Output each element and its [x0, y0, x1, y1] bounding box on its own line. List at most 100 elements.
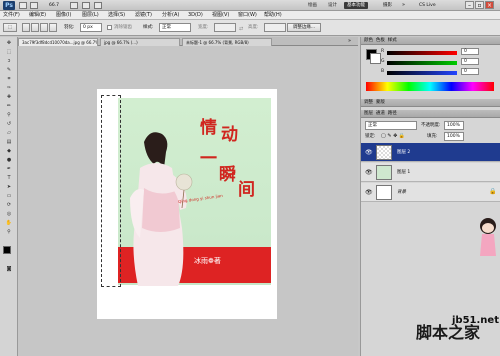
3d-rotate-tool-icon[interactable]: ⟳	[2, 202, 16, 209]
hand-tool-icon[interactable]: ✋	[2, 220, 16, 227]
red-value[interactable]: 0	[461, 48, 479, 55]
menu-help[interactable]: 帮助(H)	[264, 12, 282, 19]
document-tab-active[interactable]: 3ac79f3df8dcd10070da...jpg @ 66.7% (图层 2…	[18, 38, 98, 46]
marquee-preset-icon[interactable]: ⬚	[3, 23, 17, 32]
tab-color[interactable]: 颜色	[364, 38, 373, 43]
type-tool-icon[interactable]: T	[2, 175, 16, 182]
tab-styles[interactable]: 样式	[388, 38, 397, 43]
layer-name[interactable]: 图层 2	[397, 149, 410, 156]
move-tool-icon[interactable]: ✥	[2, 40, 16, 47]
arrange-documents-icon[interactable]	[94, 2, 102, 9]
menu-analysis[interactable]: 分析(A)	[162, 12, 179, 19]
layer-row[interactable]: 👁 背景 🔒	[361, 183, 500, 202]
slider-r-label: R	[381, 49, 385, 54]
opacity-input[interactable]: 100%	[444, 121, 464, 130]
menu-filter[interactable]: 滤镜(T)	[135, 12, 152, 19]
red-slider[interactable]	[387, 51, 457, 55]
eraser-tool-icon[interactable]: ▱	[2, 130, 16, 137]
hand-icon[interactable]	[70, 2, 78, 9]
fill-input[interactable]: 100%	[444, 132, 464, 141]
tab-masks[interactable]: 蒙版	[376, 100, 385, 105]
close-icon[interactable]: ×	[485, 1, 494, 9]
color-panel-header[interactable]: 颜色 色板 样式	[361, 37, 500, 45]
subtract-selection-icon[interactable]	[40, 23, 48, 32]
quick-select-tool-icon[interactable]: ✎	[2, 67, 16, 74]
antialias-checkbox[interactable]	[107, 25, 112, 30]
foreground-color-swatch[interactable]	[3, 246, 11, 254]
menu-layer[interactable]: 图层(L)	[82, 12, 99, 19]
blend-mode-select[interactable]: 正常	[365, 121, 417, 130]
tab-swatches[interactable]: 色板	[376, 38, 385, 43]
quick-mask-icon[interactable]: ◙	[2, 266, 16, 273]
layer-name[interactable]: 背景	[397, 189, 406, 196]
color-spectrum-bar[interactable]	[366, 82, 494, 91]
cs-live-button[interactable]: CS Live	[419, 2, 436, 9]
workspace-painting[interactable]: 绘画	[305, 2, 320, 9]
crop-tool-icon[interactable]: ⌗	[2, 76, 16, 83]
eyedropper-tool-icon[interactable]: ✑	[2, 85, 16, 92]
visibility-eye-icon[interactable]: 👁	[365, 169, 373, 176]
visibility-eye-icon[interactable]: 👁	[365, 189, 373, 196]
menu-window[interactable]: 窗口(W)	[238, 12, 257, 19]
new-selection-icon[interactable]	[22, 23, 30, 32]
document-tab[interactable]: 未标题-1 @ 66.7% (背景, RGB/8)	[182, 38, 272, 46]
menu-select[interactable]: 选择(S)	[108, 12, 125, 19]
refine-edge-button[interactable]: 调整边缘...	[287, 23, 321, 32]
green-value[interactable]: 0	[461, 58, 479, 65]
3d-camera-tool-icon[interactable]: ◎	[2, 211, 16, 218]
clone-stamp-tool-icon[interactable]: ⚲	[2, 112, 16, 119]
width-input[interactable]	[214, 23, 236, 32]
visibility-eye-icon[interactable]: 👁	[365, 149, 373, 156]
blue-value[interactable]: 0	[461, 68, 479, 75]
zoom-tool-icon[interactable]	[82, 2, 90, 9]
zoom-level[interactable]: 66.7	[49, 2, 59, 9]
height-input[interactable]	[264, 23, 286, 32]
gradient-tool-icon[interactable]: ▤	[2, 139, 16, 146]
lock-icons[interactable]: ▢ ✎ ✥ 🔒	[381, 133, 405, 139]
healing-brush-tool-icon[interactable]: ✚	[2, 94, 16, 101]
workspace-essentials[interactable]: 基本功能	[344, 2, 368, 9]
blue-slider[interactable]	[387, 71, 457, 75]
tab-channels[interactable]: 通道	[376, 111, 385, 116]
dodge-tool-icon[interactable]: ●	[2, 157, 16, 164]
workspace-more-icon[interactable]: »	[402, 2, 405, 9]
marquee-tool-icon[interactable]: ⬚	[2, 49, 16, 56]
minibridge-icon[interactable]	[30, 2, 38, 9]
intersect-selection-icon[interactable]	[49, 23, 57, 32]
layer-row[interactable]: 👁 图层 1	[361, 163, 500, 182]
shape-tool-icon[interactable]: ▭	[2, 193, 16, 200]
layers-panel-header[interactable]: 图层 通道 路径	[361, 110, 500, 118]
minimize-icon[interactable]: –	[465, 1, 474, 9]
swap-icon[interactable]: ⇄	[239, 26, 243, 32]
style-select[interactable]: 正常	[159, 23, 191, 32]
document-tab[interactable]: jpg @ 66.7% (...)	[100, 38, 180, 46]
pen-tool-icon[interactable]: ✒	[2, 166, 16, 173]
tab-adjustments[interactable]: 调整	[364, 100, 373, 105]
layer-row[interactable]: 👁 图层 2	[361, 143, 500, 162]
tab-overflow-icon[interactable]: »	[348, 38, 351, 44]
menu-image[interactable]: 图像(I)	[56, 12, 71, 19]
panel-background-swatch[interactable]	[370, 53, 381, 64]
layer-name[interactable]: 图层 1	[397, 169, 410, 176]
workspace-photography[interactable]: 摄影	[380, 2, 395, 9]
adjustments-panel-header[interactable]: 调整 蒙版	[361, 99, 500, 107]
menu-view[interactable]: 视图(V)	[212, 12, 229, 19]
blur-tool-icon[interactable]: ◆	[2, 148, 16, 155]
brush-tool-icon[interactable]: ✏	[2, 103, 16, 110]
restore-icon[interactable]: ▫	[475, 1, 484, 9]
menu-edit[interactable]: 编辑(E)	[29, 12, 46, 19]
add-selection-icon[interactable]	[31, 23, 39, 32]
lasso-tool-icon[interactable]: ↄ	[2, 58, 16, 65]
green-slider[interactable]	[387, 61, 457, 65]
tab-paths[interactable]: 路径	[388, 111, 397, 116]
zoom-tool-icon[interactable]: ⚲	[2, 229, 16, 236]
menu-file[interactable]: 文件(F)	[3, 12, 20, 19]
bridge-icon[interactable]	[19, 2, 27, 9]
marquee-selection[interactable]	[101, 95, 121, 287]
tab-layers[interactable]: 图层	[364, 111, 373, 116]
workspace-design[interactable]: 设计	[325, 2, 340, 9]
history-brush-tool-icon[interactable]: ↺	[2, 121, 16, 128]
path-select-tool-icon[interactable]: ➤	[2, 184, 16, 191]
feather-input[interactable]: 0 px	[80, 23, 102, 32]
menu-3d[interactable]: 3D(D)	[188, 12, 203, 19]
